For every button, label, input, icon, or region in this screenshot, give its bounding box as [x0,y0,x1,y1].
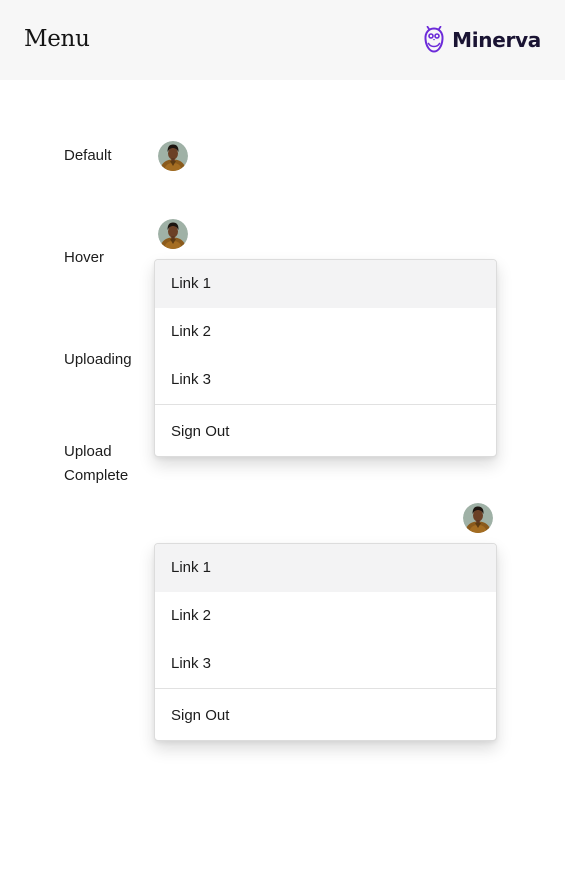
menu-item-sign-out[interactable]: Sign Out [155,689,496,740]
menu-item-sign-out[interactable]: Sign Out [155,405,496,456]
brand-logo[interactable]: Minerva [422,26,541,54]
state-label-upload-complete: Upload Complete [64,440,128,488]
avatar[interactable] [158,141,188,171]
avatar[interactable] [463,503,493,533]
page-title: Menu [24,26,90,52]
menu-item-link-2[interactable]: Link 2 [155,592,496,640]
menu-item-link-3[interactable]: Link 3 [155,640,496,688]
brand-name: Minerva [452,28,541,52]
menu-item-link-3[interactable]: Link 3 [155,356,496,404]
state-label-default: Default [64,147,112,164]
header: Menu Minerva [0,0,565,80]
menu-item-link-1[interactable]: Link 1 [155,260,496,308]
dropdown-menu: Link 1 Link 2 Link 3 Sign Out [154,543,497,741]
state-label-upload-complete-line-1: Upload [64,443,112,460]
owl-icon [424,26,444,53]
menu-item-link-2[interactable]: Link 2 [155,308,496,356]
avatar[interactable] [158,219,188,249]
menu-item-link-1[interactable]: Link 1 [155,544,496,592]
state-label-hover: Hover [64,249,105,266]
state-label-uploading: Uploading [64,351,132,368]
state-label-upload-complete-line-2: Complete [64,467,129,484]
dropdown-menu: Link 1 Link 2 Link 3 Sign Out [154,259,497,457]
